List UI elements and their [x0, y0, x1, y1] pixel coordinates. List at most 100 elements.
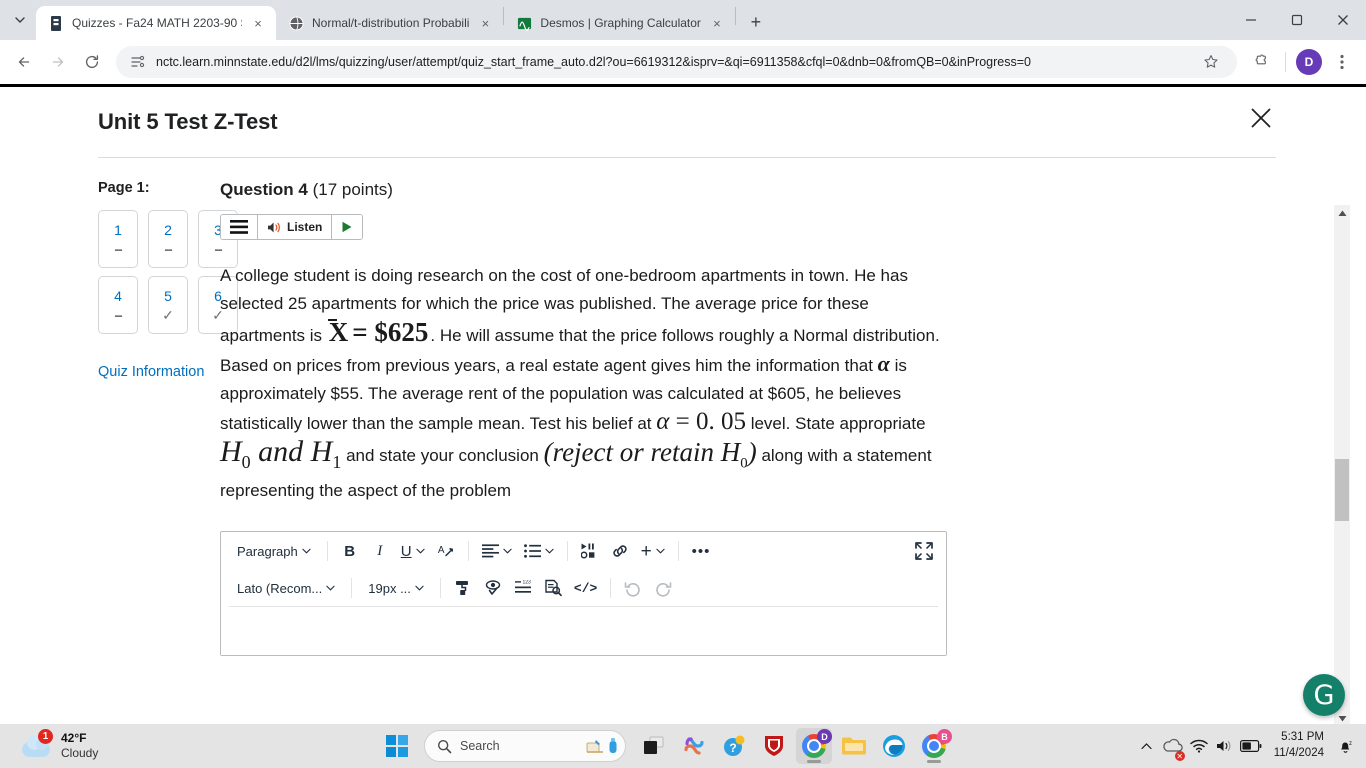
search-input[interactable]: Search — [424, 730, 626, 762]
volume-icon[interactable] — [1212, 724, 1238, 768]
notification-bell-icon[interactable]: z — [1332, 724, 1358, 768]
grammarly-button[interactable]: G — [1303, 674, 1345, 716]
onedrive-error-icon[interactable]: ✕ — [1160, 724, 1186, 768]
accessibility-check-button[interactable] — [479, 574, 507, 602]
insert-media-button[interactable] — [576, 537, 604, 565]
running-indicator — [927, 760, 941, 763]
undo-button[interactable] — [619, 574, 647, 602]
math-h1: H — [310, 435, 333, 468]
new-tab-button[interactable]: + — [742, 8, 770, 36]
clear-formatting-button[interactable]: A — [432, 537, 460, 565]
cloud-icon: 1 — [22, 729, 53, 759]
tab-normal-distribution[interactable]: Normal/t-distribution Probabili × — [276, 6, 503, 40]
page-label: Page 1: — [98, 180, 150, 196]
quiz-page: Unit 5 Test Z-Test Page 1: 1 -- 2 -- 3 -… — [0, 84, 1366, 727]
math-hypotheses: H0 and H1 — [220, 435, 341, 473]
quiz-information-link[interactable]: Quiz Information — [98, 364, 220, 380]
scrollbar-thumb[interactable] — [1335, 459, 1349, 521]
close-icon[interactable]: × — [477, 15, 493, 31]
file-explorer-button[interactable] — [836, 728, 872, 764]
insert-stuff-button[interactable]: + — [636, 537, 670, 565]
align-left-icon — [481, 544, 499, 558]
fullscreen-button[interactable] — [910, 537, 938, 565]
minimize-button[interactable] — [1228, 0, 1274, 40]
question-nav-1[interactable]: 1 -- — [98, 210, 138, 268]
question-nav-2[interactable]: 2 -- — [148, 210, 188, 268]
more-options-button[interactable]: ••• — [687, 537, 716, 565]
readspeaker-play-button[interactable] — [332, 215, 363, 239]
wifi-icon[interactable] — [1186, 724, 1212, 768]
font-family-select[interactable]: Lato (Recom... — [229, 574, 343, 602]
scroll-up-icon[interactable] — [1334, 205, 1350, 222]
start-button[interactable] — [380, 729, 414, 763]
back-button[interactable] — [8, 46, 40, 78]
html-source-button[interactable]: </> — [569, 574, 602, 602]
redo-icon — [656, 582, 672, 597]
question-label: Question 4 — [220, 180, 308, 199]
math-and: and — [258, 435, 304, 468]
three-dot-menu-icon[interactable] — [1326, 46, 1358, 78]
math-xbar-symbol: X — [328, 317, 349, 347]
tab-search-icon[interactable] — [6, 6, 34, 34]
italic-button[interactable]: I — [366, 537, 394, 565]
word-count-button[interactable]: 123 — [509, 574, 537, 602]
close-button[interactable] — [1320, 0, 1366, 40]
chrome-profile-badge: D — [817, 729, 832, 744]
format-painter-button[interactable] — [449, 574, 477, 602]
forward-button[interactable] — [42, 46, 74, 78]
readspeaker-listen-button[interactable]: Listen — [258, 215, 333, 239]
math-h0: H — [220, 435, 242, 468]
bold-button[interactable]: B — [336, 537, 364, 565]
close-quiz-icon[interactable] — [1246, 103, 1276, 133]
maximize-button[interactable] — [1274, 0, 1320, 40]
readspeaker-menu-button[interactable] — [221, 215, 258, 239]
tray-chevron-up-icon[interactable] — [1134, 724, 1160, 768]
avatar[interactable]: D — [1296, 48, 1322, 75]
align-button[interactable] — [477, 537, 517, 565]
permissions-icon[interactable] — [130, 54, 146, 70]
search-placeholder: Search — [460, 739, 500, 753]
browser-toolbar: nctc.learn.minnstate.edu/d2l/lms/quizzin… — [0, 40, 1366, 84]
copilot-icon — [684, 737, 704, 755]
star-icon[interactable] — [1197, 48, 1225, 76]
address-bar[interactable]: nctc.learn.minnstate.edu/d2l/lms/quizzin… — [116, 45, 1237, 78]
editor-text-area[interactable] — [221, 607, 946, 656]
preview-button[interactable] — [539, 574, 567, 602]
quiz-header: Unit 5 Test Z-Test — [98, 87, 1276, 158]
question-nav-4[interactable]: 4 -- — [98, 276, 138, 334]
block-format-select[interactable]: Paragraph — [229, 537, 319, 565]
close-icon[interactable]: × — [250, 15, 266, 31]
content-scrollbar[interactable] — [1334, 205, 1350, 727]
chevron-down-icon — [656, 546, 665, 556]
battery-icon[interactable] — [1238, 724, 1264, 768]
clock[interactable]: 5:31 PM 11/4/2024 — [1264, 730, 1332, 761]
block-format-label: Paragraph — [237, 543, 298, 559]
question-number: 2 — [164, 221, 172, 238]
help-button[interactable]: ? — [716, 728, 752, 764]
edge-button[interactable] — [876, 728, 912, 764]
font-size-select[interactable]: 19px ... — [360, 574, 432, 602]
question-number: 5 — [164, 287, 172, 304]
list-button[interactable] — [519, 537, 559, 565]
tab-desmos[interactable]: Desmos | Graphing Calculator × — [504, 6, 735, 40]
task-view-button[interactable] — [636, 728, 672, 764]
chrome-b-button[interactable]: B — [916, 728, 952, 764]
close-icon[interactable]: × — [709, 15, 725, 31]
question-nav-5[interactable]: 5 ✓ — [148, 276, 188, 334]
question-status: -- — [164, 240, 172, 257]
font-size-label: 19px ... — [368, 580, 411, 596]
weather-widget[interactable]: 1 42°F Cloudy — [0, 729, 380, 761]
copilot-button[interactable] — [676, 728, 712, 764]
underline-button[interactable]: U — [396, 537, 430, 565]
insert-link-button[interactable] — [606, 537, 634, 565]
mcafee-button[interactable] — [756, 728, 792, 764]
reload-button[interactable] — [76, 46, 108, 78]
tab-quizzes[interactable]: Quizzes - Fa24 MATH 2203-90 S × — [36, 6, 276, 40]
plus-icon: + — [640, 540, 652, 562]
preview-document-icon — [545, 580, 562, 597]
bold-label: B — [344, 542, 356, 560]
chrome-d2l-button[interactable]: D — [796, 728, 832, 764]
tab-title: Desmos | Graphing Calculator — [540, 16, 701, 30]
puzzle-icon[interactable] — [1245, 46, 1277, 78]
redo-button[interactable] — [649, 574, 677, 602]
